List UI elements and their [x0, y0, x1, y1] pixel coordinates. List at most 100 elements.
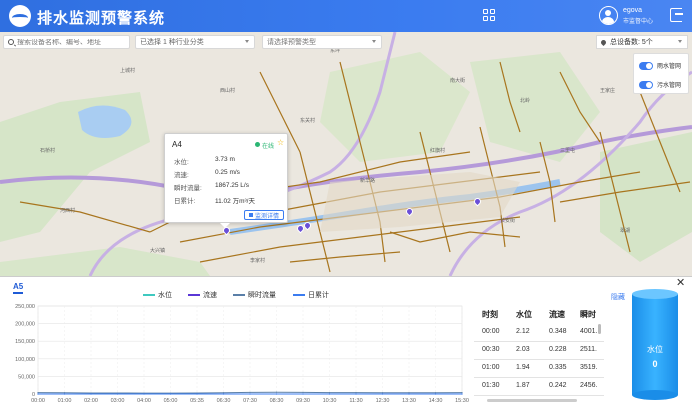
gauge-value: 0 [652, 359, 658, 369]
map-view[interactable]: 上城村 西山村 东坪 南大街 北岭 石桥村 河西村 新华路 红旗村 三里屯 长安… [0, 32, 692, 276]
industry-select[interactable]: 已选择 1 种行业分类 [135, 35, 255, 49]
popup-title: A4 [172, 140, 182, 149]
monitor-detail-label: 监测详情 [254, 213, 279, 220]
series-point-4 [381, 393, 384, 395]
x-tick-label: 05:00 [164, 398, 178, 404]
layer-label: 污水管网 [657, 83, 682, 89]
series-point-4 [37, 393, 39, 395]
series-point-4 [196, 393, 198, 395]
x-tick-label: 04:00 [137, 398, 151, 404]
avatar[interactable] [599, 6, 618, 25]
x-tick-label: 13:30 [402, 398, 416, 404]
table-cell: 2.12 [516, 328, 530, 335]
table-cell: 01:30 [482, 382, 500, 389]
popup-row-label: 瞬时流量: [174, 185, 202, 192]
y-tick-label: 50,000 [18, 374, 35, 380]
table-cell: 0.348 [549, 328, 567, 335]
map-label: 河西村 [60, 207, 75, 214]
app-title: 排水监测预警系统 [37, 10, 166, 27]
table-row-divider [474, 359, 604, 360]
series-point-4 [116, 393, 119, 395]
map-label: 南大街 [450, 77, 465, 84]
layer-toggle-sewage[interactable] [639, 80, 653, 89]
star-icon[interactable]: ☆ [277, 139, 284, 147]
series-point-3 [37, 391, 39, 394]
map-label: 王家庄 [600, 87, 615, 94]
close-icon[interactable]: ✕ [676, 278, 685, 289]
x-tick-label: 11:30 [349, 398, 362, 404]
x-tick-label: 08:30 [270, 398, 284, 404]
forest-area-south [0, 247, 210, 276]
series-point-3 [249, 391, 251, 394]
map-label: 北岭 [520, 97, 530, 104]
map-label: 新华路 [360, 177, 375, 184]
warning-type-select[interactable]: 请选择预警类型 [262, 35, 382, 49]
series-point-4 [355, 393, 357, 395]
map-label: 上城村 [120, 67, 135, 74]
logout-icon[interactable] [670, 8, 683, 22]
series-point-4 [275, 393, 278, 395]
monitor-detail-button[interactable]: 监测详情 [244, 210, 284, 220]
collapse-link[interactable]: 隐藏 [611, 292, 625, 302]
map-label: 李家村 [250, 257, 265, 264]
y-tick-label: 250,000 [15, 304, 35, 310]
x-tick-label: 06:30 [217, 398, 231, 404]
x-tick-label: 14:30 [429, 398, 443, 404]
user-department: 市监督中心 [623, 19, 654, 25]
layer-row-rain[interactable]: 雨水管网 [639, 61, 681, 70]
popup-row: 水位: 3.73 m [174, 156, 235, 166]
hill-area [320, 52, 470, 162]
device-count-select[interactable]: 总设备数: 5个 [596, 35, 688, 49]
table-scrollbar-vertical[interactable] [598, 324, 601, 334]
series-point-3 [434, 392, 437, 394]
map-label: 大兴镇 [150, 247, 165, 254]
y-tick-label: 100,000 [15, 357, 35, 363]
map-label: 西山村 [220, 87, 235, 94]
chevron-down-icon [245, 40, 249, 43]
series-point-4 [328, 393, 331, 395]
popup-row-value: 11.02 万m³/天 [215, 198, 255, 205]
gauge-label: 水位 [647, 345, 663, 354]
table-header-velocity: 流速 [549, 310, 565, 319]
table-scrollbar-horizontal[interactable] [487, 399, 577, 402]
chevron-down-icon [678, 40, 682, 43]
x-tick-label: 15:30 [455, 398, 469, 404]
series-point-3 [355, 392, 357, 394]
series-point-4 [222, 393, 225, 395]
device-search-box[interactable] [3, 35, 130, 49]
x-tick-label: 00:00 [31, 398, 45, 404]
app-header: 排水监测预警系统 egova 市监督中心 [0, 0, 692, 32]
map-label: 三里屯 [560, 147, 575, 154]
table-cell: 1.87 [516, 382, 530, 389]
table-row-divider [474, 341, 604, 342]
table-cell: 2.03 [516, 346, 530, 353]
series-point-4 [408, 393, 410, 395]
popup-row-label: 水位: [174, 159, 189, 166]
device-popup: A4 在线 ☆ 水位: 3.73 m 流速: 0.25 m/s 瞬时流量: 18… [164, 133, 288, 223]
series-point-3 [302, 391, 304, 394]
device-count-text: 总设备数: 5个 [610, 39, 653, 46]
popup-row-value: 3.73 m [215, 156, 235, 163]
series-point-4 [461, 393, 463, 395]
x-tick-label: 02:00 [84, 398, 98, 404]
y-tick-label: 200,000 [15, 322, 35, 328]
layer-row-sewage[interactable]: 污水管网 [639, 80, 681, 89]
gauge-bottom [632, 390, 678, 400]
apps-grid-icon[interactable] [483, 9, 495, 21]
x-tick-label: 09:30 [296, 398, 310, 404]
series-point-4 [63, 393, 66, 395]
layer-toggle-rain[interactable] [639, 61, 653, 70]
table-cell: 1.94 [516, 364, 530, 371]
map-canvas: 上城村 西山村 东坪 南大街 北岭 石桥村 河西村 新华路 红旗村 三里屯 长安… [0, 32, 692, 276]
table-cell: 0.242 [549, 382, 567, 389]
map-label: 长安街 [500, 217, 515, 224]
industry-select-value: 已选择 1 种行业分类 [140, 39, 204, 46]
map-label: 石桥村 [40, 147, 55, 154]
device-search-input[interactable] [17, 38, 129, 46]
table-cell: 4001. [580, 328, 598, 335]
table-cell: 2511. [580, 346, 597, 353]
series-point-4 [434, 393, 437, 395]
search-icon [8, 39, 14, 45]
logo-icon [9, 5, 31, 27]
popup-row-label: 流速: [174, 172, 189, 179]
